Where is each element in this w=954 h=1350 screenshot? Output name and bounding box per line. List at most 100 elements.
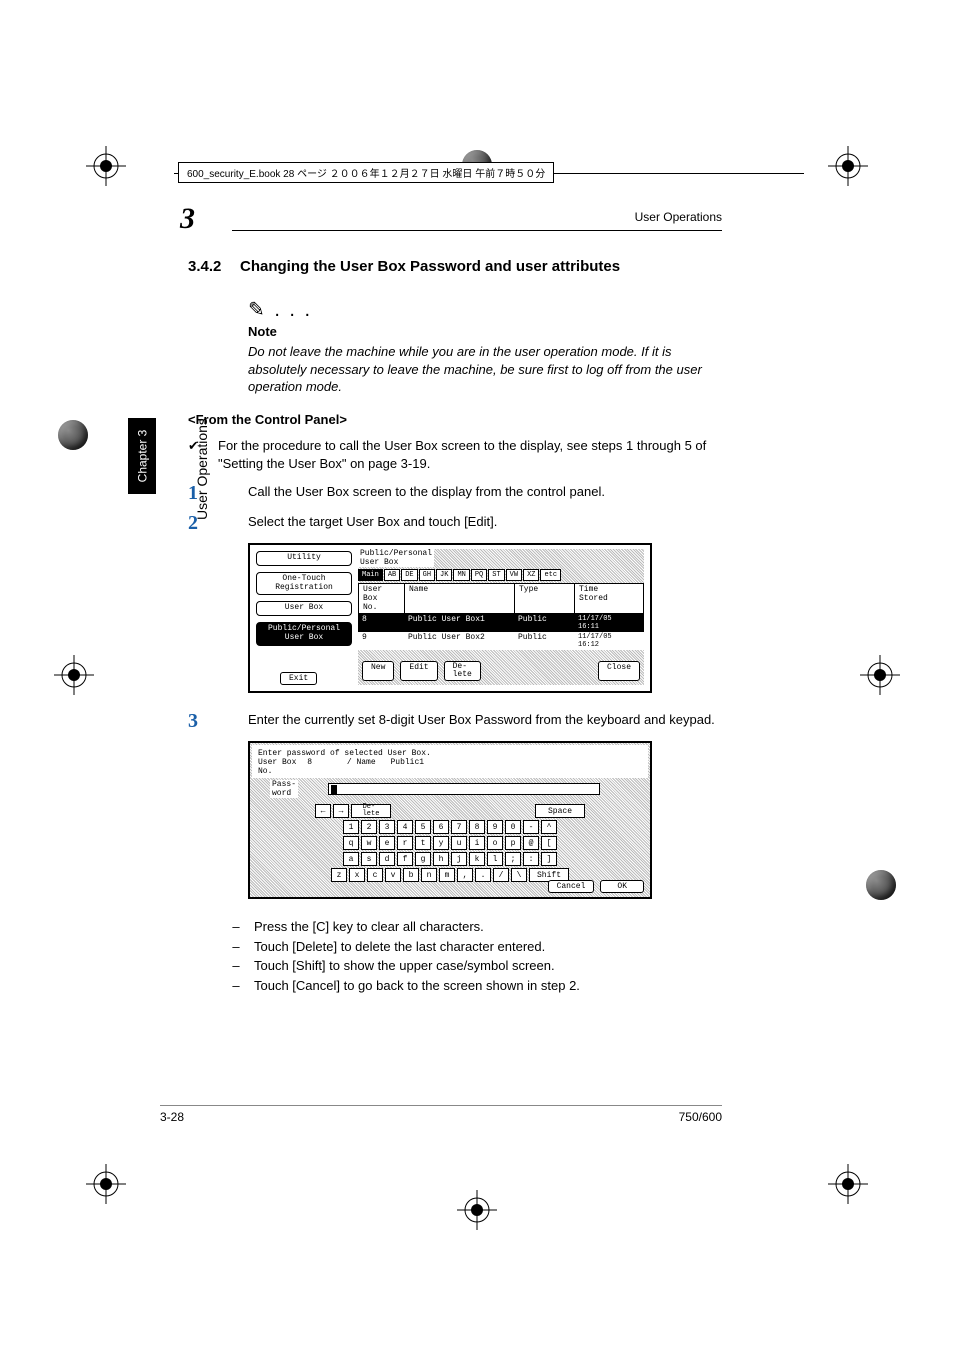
- new-button[interactable]: New: [362, 661, 394, 681]
- key-7[interactable]: 7: [451, 820, 467, 834]
- header-filename: 600_security_E.book 28 ページ ２００６年１２月２７日 水…: [178, 162, 554, 183]
- key-o[interactable]: o: [487, 836, 503, 850]
- key-x[interactable]: x: [349, 868, 365, 882]
- delete-button[interactable]: De- lete: [444, 661, 481, 681]
- crop-mark-icon: [828, 1164, 868, 1204]
- delete-key[interactable]: De- lete: [351, 804, 391, 818]
- password-input[interactable]: [328, 783, 600, 795]
- utility-button[interactable]: Utility: [256, 551, 352, 566]
- key-b[interactable]: b: [403, 868, 419, 882]
- cancel-button[interactable]: Cancel: [548, 880, 595, 893]
- screenshot-password-entry: Enter password of selected User Box. Use…: [248, 741, 652, 899]
- key-n[interactable]: n: [421, 868, 437, 882]
- ok-button[interactable]: OK: [600, 880, 644, 893]
- key-,[interactable]: ,: [457, 868, 473, 882]
- running-head: User Operations: [635, 210, 722, 224]
- note-body: Do not leave the machine while you are i…: [248, 343, 722, 396]
- key-v[interactable]: v: [385, 868, 401, 882]
- page-number: 3-28: [160, 1110, 184, 1124]
- binder-hole-icon: [866, 870, 896, 900]
- chapter-number: 3: [180, 202, 195, 236]
- running-head-rule: [232, 230, 722, 231]
- step-1: 1 Call the User Box screen to the displa…: [188, 483, 722, 503]
- key-a[interactable]: a: [343, 852, 359, 866]
- crop-mark-icon: [54, 655, 94, 695]
- crop-mark-icon: [860, 655, 900, 695]
- key-\[interactable]: \: [511, 868, 527, 882]
- key-5[interactable]: 5: [415, 820, 431, 834]
- right-arrow-key[interactable]: →: [333, 804, 349, 818]
- key-8[interactable]: 8: [469, 820, 485, 834]
- key-j[interactable]: j: [451, 852, 467, 866]
- index-tabs: Main AB DE GH JK MN PQ ST VW XZ etc: [358, 569, 644, 581]
- user-box-button[interactable]: User Box: [256, 601, 352, 616]
- left-arrow-key[interactable]: ←: [315, 804, 331, 818]
- step-2: 2 Select the target User Box and touch […: [188, 513, 722, 533]
- key-^[interactable]: ^: [541, 820, 557, 834]
- key-p[interactable]: p: [505, 836, 521, 850]
- binder-hole-icon: [58, 420, 88, 450]
- key-row-numbers: 1234567890-^: [254, 820, 646, 834]
- key-9[interactable]: 9: [487, 820, 503, 834]
- key-i[interactable]: i: [469, 836, 485, 850]
- key-/[interactable]: /: [493, 868, 509, 882]
- side-section-label: User Operations: [134, 418, 150, 520]
- password-label: Pass- word: [270, 780, 298, 798]
- key-t[interactable]: t: [415, 836, 431, 850]
- key-r[interactable]: r: [397, 836, 413, 850]
- crop-mark-icon: [86, 1164, 126, 1204]
- key-k[interactable]: k: [469, 852, 485, 866]
- crop-mark-icon: [86, 146, 126, 186]
- key-;[interactable]: ;: [505, 852, 521, 866]
- space-key[interactable]: Space: [535, 804, 585, 818]
- sub-bullet: –Touch [Cancel] to go back to the screen…: [218, 976, 722, 996]
- key-6[interactable]: 6: [433, 820, 449, 834]
- header-bar: 600_security_E.book 28 ページ ２００６年１２月２７日 水…: [174, 162, 804, 184]
- key-y[interactable]: y: [433, 836, 449, 850]
- key-h[interactable]: h: [433, 852, 449, 866]
- key-.[interactable]: .: [475, 868, 491, 882]
- table-row[interactable]: 8 Public User Box1 Public 11/17/05 16:11: [358, 614, 644, 632]
- exit-button[interactable]: Exit: [280, 672, 317, 685]
- key-3[interactable]: 3: [379, 820, 395, 834]
- key-row-a: asdfghjkl;:]: [254, 852, 646, 866]
- model-number: 750/600: [679, 1110, 722, 1124]
- crop-mark-icon: [828, 146, 868, 186]
- key-e[interactable]: e: [379, 836, 395, 850]
- key-s[interactable]: s: [361, 852, 377, 866]
- key-d[interactable]: d: [379, 852, 395, 866]
- key-:[interactable]: :: [523, 852, 539, 866]
- sub-bullet: –Touch [Shift] to show the upper case/sy…: [218, 956, 722, 976]
- bullet-item: ✔ For the procedure to call the User Box…: [188, 437, 722, 473]
- key-@[interactable]: @: [523, 836, 539, 850]
- key-m[interactable]: m: [439, 868, 455, 882]
- panel-title: Public/Personal User Box: [358, 549, 434, 567]
- key-l[interactable]: l: [487, 852, 503, 866]
- key-f[interactable]: f: [397, 852, 413, 866]
- step-3: 3 Enter the currently set 8-digit User B…: [188, 711, 722, 731]
- close-button[interactable]: Close: [598, 661, 640, 681]
- key-[[interactable]: [: [541, 836, 557, 850]
- key-u[interactable]: u: [451, 836, 467, 850]
- one-touch-button[interactable]: One-Touch Registration: [256, 572, 352, 596]
- sub-bullet: –Press the [C] key to clear all characte…: [218, 917, 722, 937]
- key-z[interactable]: z: [331, 868, 347, 882]
- key--[interactable]: -: [523, 820, 539, 834]
- key-2[interactable]: 2: [361, 820, 377, 834]
- check-icon: ✔: [188, 437, 218, 473]
- key-q[interactable]: q: [343, 836, 359, 850]
- key-1[interactable]: 1: [343, 820, 359, 834]
- key-c[interactable]: c: [367, 868, 383, 882]
- note-label: Note: [248, 324, 722, 339]
- tab-main[interactable]: Main: [358, 569, 383, 581]
- key-][interactable]: ]: [541, 852, 557, 866]
- key-g[interactable]: g: [415, 852, 431, 866]
- key-4[interactable]: 4: [397, 820, 413, 834]
- edit-button[interactable]: Edit: [400, 661, 437, 681]
- table-row[interactable]: 9 Public User Box2 Public 11/17/05 16:12: [358, 632, 644, 650]
- key-w[interactable]: w: [361, 836, 377, 850]
- public-personal-button[interactable]: Public/Personal User Box: [256, 622, 352, 646]
- crop-mark-icon: [457, 1190, 497, 1230]
- key-0[interactable]: 0: [505, 820, 521, 834]
- key-row-q: qwertyuiop@[: [254, 836, 646, 850]
